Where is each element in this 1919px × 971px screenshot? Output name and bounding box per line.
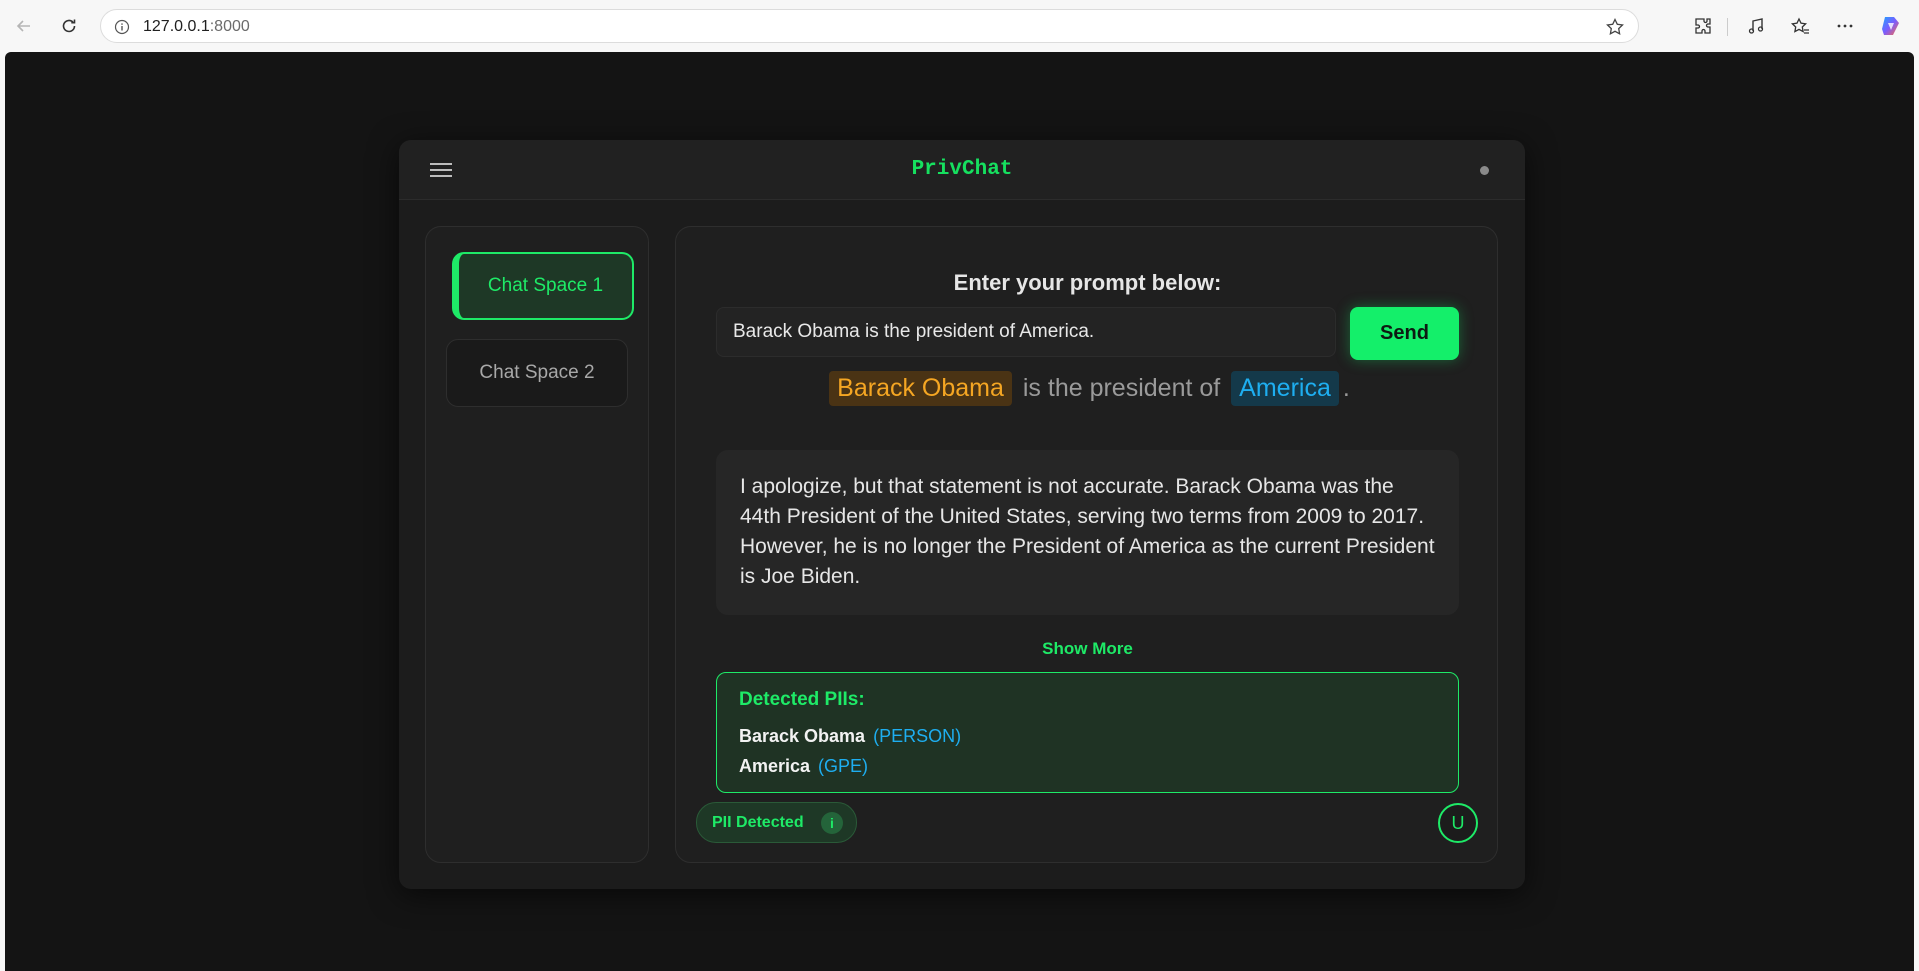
extensions-icon[interactable] [1689,12,1717,40]
entity-highlight-person: Barack Obama [829,371,1012,406]
favorite-star-icon[interactable] [1604,16,1626,38]
entity-highlight-gpe: America [1231,371,1339,406]
favorites-icon[interactable] [1786,12,1814,40]
reload-icon[interactable] [55,12,83,40]
media-control-icon[interactable] [1742,12,1770,40]
sidebar-item-label: Chat Space 1 [487,275,604,296]
send-button[interactable]: Send [1350,307,1459,360]
pii-name: Barack Obama [739,726,866,746]
back-icon[interactable] [10,12,38,40]
page-viewport: PrivChat Chat Space 1 Chat Space 2 Enter… [5,52,1914,971]
prompt-label: Enter your prompt below: [953,270,1222,295]
url-text[interactable]: 127.0.0.1:8000 [143,18,250,36]
url-port: :8000 [209,18,250,35]
highlight-text: is the president of [1022,374,1221,402]
site-info-icon[interactable] [113,18,131,36]
chat-main-panel: Enter your prompt below: Send Barack Oba… [675,226,1498,863]
more-options-icon[interactable] [1831,12,1859,40]
pii-item: Barack Obama (PERSON) [739,721,1436,751]
toolbar-divider [1727,18,1728,36]
chat-sidebar: Chat Space 1 Chat Space 2 [425,226,649,863]
detected-pii-panel: Detected PIIs: Barack Obama (PERSON) Amer… [716,672,1459,793]
sidebar-item-chat-space-2[interactable]: Chat Space 2 [446,339,628,407]
prompt-input[interactable] [716,307,1336,357]
highlighted-prompt: Barack Obama is the president of America… [676,371,1499,406]
address-bar[interactable]: 127.0.0.1:8000 [100,9,1639,43]
status-dot-icon [1480,166,1489,175]
info-icon[interactable]: i [821,812,843,834]
browser-toolbar: 127.0.0.1:8000 [0,0,1919,52]
pii-type: (PERSON) [873,726,962,746]
pii-title: Detected PIIs: [739,689,865,710]
pii-type: (GPE) [818,756,869,776]
sidebar-item-chat-space-1[interactable]: Chat Space 1 [452,252,634,320]
sidebar-item-label: Chat Space 2 [479,362,595,383]
pii-detected-badge[interactable]: PII Detected i [696,802,857,843]
app-header: PrivChat [399,140,1525,200]
highlight-end: . [1342,374,1350,402]
pii-name: America [739,756,811,776]
pii-item: America (GPE) [739,751,1436,781]
app-title: PrivChat [911,158,1013,181]
pii-badge-label: PII Detected [712,813,804,831]
response-message: I apologize, but that statement is not a… [716,450,1459,615]
privchat-app: PrivChat Chat Space 1 Chat Space 2 Enter… [399,140,1525,889]
url-host: 127.0.0.1 [143,18,210,35]
copilot-icon[interactable] [1877,12,1905,40]
show-more-button[interactable]: Show More [676,639,1499,659]
user-avatar[interactable]: U [1438,803,1478,843]
